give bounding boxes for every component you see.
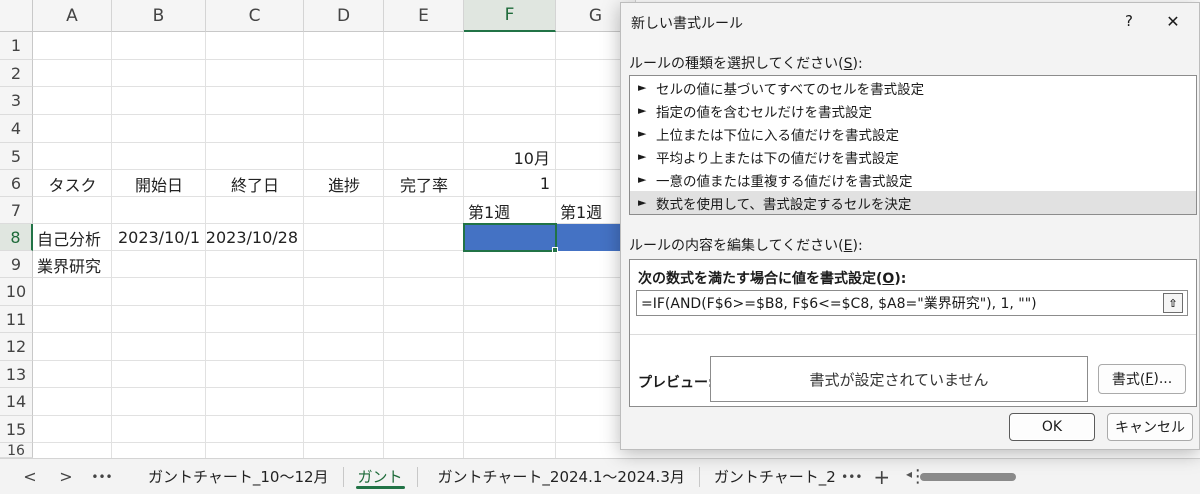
- row-header-16[interactable]: 16: [0, 443, 33, 458]
- cell-f6[interactable]: 1: [464, 170, 556, 197]
- edit-rule-label: ルールの内容を編集してください(E):: [629, 238, 863, 254]
- fill-handle[interactable]: [552, 247, 558, 253]
- triangle-right-icon: ►: [638, 81, 647, 94]
- cell-b6[interactable]: 開始日: [112, 170, 206, 197]
- row-header-11[interactable]: 11: [0, 306, 33, 333]
- scroll-left-icon[interactable]: ◂: [906, 467, 912, 481]
- rule-type-label: ルールの種類を選択してください(S):: [629, 56, 863, 72]
- triangle-right-icon: ►: [638, 150, 647, 163]
- more-sheets-right-button[interactable]: •••: [840, 459, 864, 495]
- sheet-tab-gantt[interactable]: ガント: [344, 459, 417, 495]
- tab-divider: [416, 466, 418, 487]
- rule-type-list[interactable]: ► セルの値に基づいてすべてのセルを書式設定 ► 指定の値を含むセルだけを書式設定 …: [629, 75, 1197, 215]
- close-icon[interactable]: ✕: [1161, 9, 1185, 33]
- row-header-13[interactable]: 13: [0, 361, 33, 388]
- column-header-a[interactable]: A: [33, 0, 112, 32]
- cell-b8[interactable]: 2023/10/1: [112, 224, 206, 251]
- cell-c6[interactable]: 終了日: [206, 170, 304, 197]
- divider: [630, 334, 1196, 335]
- row-header-3[interactable]: 3: [0, 87, 33, 115]
- row-header-10[interactable]: 10: [0, 278, 33, 306]
- row-header-6[interactable]: 6: [0, 170, 33, 197]
- format-button[interactable]: 書式(F)...: [1098, 364, 1186, 394]
- cancel-button[interactable]: キャンセル: [1107, 413, 1193, 441]
- row-header-1[interactable]: 1: [0, 32, 33, 60]
- cell-a8[interactable]: 自己分析: [33, 224, 112, 251]
- column-header-e[interactable]: E: [384, 0, 464, 32]
- row-header-12[interactable]: 12: [0, 333, 33, 361]
- selected-cell-f8[interactable]: [463, 223, 557, 252]
- column-header-c[interactable]: C: [206, 0, 304, 32]
- sheet-tab-bar: < > ••• ガントチャート_10～12月 ガント ガントチャート_2024.…: [0, 458, 1200, 494]
- more-sheets-left-button[interactable]: •••: [84, 459, 120, 495]
- triangle-right-icon: ►: [638, 173, 647, 186]
- row-header-4[interactable]: 4: [0, 115, 33, 143]
- row-header-2[interactable]: 2: [0, 60, 33, 87]
- column-header-f[interactable]: F: [464, 0, 556, 32]
- cell-c8[interactable]: 2023/10/28: [206, 224, 304, 251]
- rule-type-item[interactable]: ► 上位または下位に入る値だけを書式設定: [630, 122, 1196, 145]
- cell-e6[interactable]: 完了率: [384, 170, 464, 197]
- select-all-corner[interactable]: [0, 0, 33, 32]
- rule-type-item[interactable]: ► 平均より上または下の値だけを書式設定: [630, 145, 1196, 168]
- rule-type-item-selected[interactable]: ► 数式を使用して、書式設定するセルを決定: [630, 191, 1196, 214]
- row-header-5[interactable]: 5: [0, 143, 33, 170]
- cell-f7[interactable]: 第1週: [464, 197, 556, 224]
- gridline: [383, 32, 384, 458]
- rule-type-item[interactable]: ► セルの値に基づいてすべてのセルを書式設定: [630, 76, 1196, 99]
- preview-box: 書式が設定されていません: [710, 356, 1088, 402]
- rule-type-item[interactable]: ► 指定の値を含むセルだけを書式設定: [630, 99, 1196, 122]
- ok-button[interactable]: OK: [1009, 413, 1095, 441]
- column-header-d[interactable]: D: [304, 0, 384, 32]
- row-header-14[interactable]: 14: [0, 388, 33, 416]
- prev-sheet-button[interactable]: <: [12, 459, 48, 495]
- gantt-bar-g8[interactable]: [556, 224, 620, 251]
- scrollbar-thumb[interactable]: [920, 473, 1016, 481]
- help-button[interactable]: ?: [1119, 9, 1139, 33]
- rule-description-panel: 次の数式を満たす場合に値を書式設定(O): =IF(AND(F$6>=$B8, …: [629, 259, 1197, 407]
- row-header-7[interactable]: 7: [0, 197, 33, 224]
- triangle-right-icon: ►: [638, 196, 647, 209]
- dialog-title: 新しい書式ルール: [631, 16, 743, 32]
- sheet-tab-gantt-2024[interactable]: ガントチャート_2024.1～2024.3月: [424, 459, 699, 495]
- row-header-8[interactable]: 8: [0, 224, 33, 251]
- add-sheet-button[interactable]: +: [864, 459, 900, 495]
- sheet-tab-gantt-2[interactable]: ガントチャート_2: [700, 459, 840, 495]
- cell-a9[interactable]: 業界研究: [33, 251, 112, 278]
- row-header-15[interactable]: 15: [0, 416, 33, 443]
- triangle-right-icon: ►: [638, 127, 647, 140]
- next-sheet-button[interactable]: >: [48, 459, 84, 495]
- row-header-9[interactable]: 9: [0, 251, 33, 278]
- horizontal-scrollbar[interactable]: ◂: [906, 467, 1186, 481]
- column-header-b[interactable]: B: [112, 0, 206, 32]
- cell-d6[interactable]: 進捗: [304, 170, 384, 197]
- cell-f5-month[interactable]: 10月: [464, 143, 556, 170]
- cell-a6[interactable]: タスク: [33, 170, 112, 197]
- preview-label: プレビュー:: [638, 375, 714, 391]
- cell-g7[interactable]: 第1週: [556, 197, 620, 224]
- sheet-tab-gantt-10-12[interactable]: ガントチャート_10～12月: [134, 459, 343, 495]
- formula-input[interactable]: =IF(AND(F$6>=$B8, F$6<=$C8, $A8="業界研究"),…: [636, 290, 1188, 316]
- triangle-right-icon: ►: [638, 104, 647, 117]
- collapse-dialog-button[interactable]: ⇧: [1163, 293, 1183, 313]
- new-formatting-rule-dialog: 新しい書式ルール ? ✕ ルールの種類を選択してください(S): ► セルの値に基…: [620, 2, 1200, 450]
- rule-type-item[interactable]: ► 一意の値または重複する値だけを書式設定: [630, 168, 1196, 191]
- formula-label: 次の数式を満たす場合に値を書式設定(O):: [638, 271, 907, 287]
